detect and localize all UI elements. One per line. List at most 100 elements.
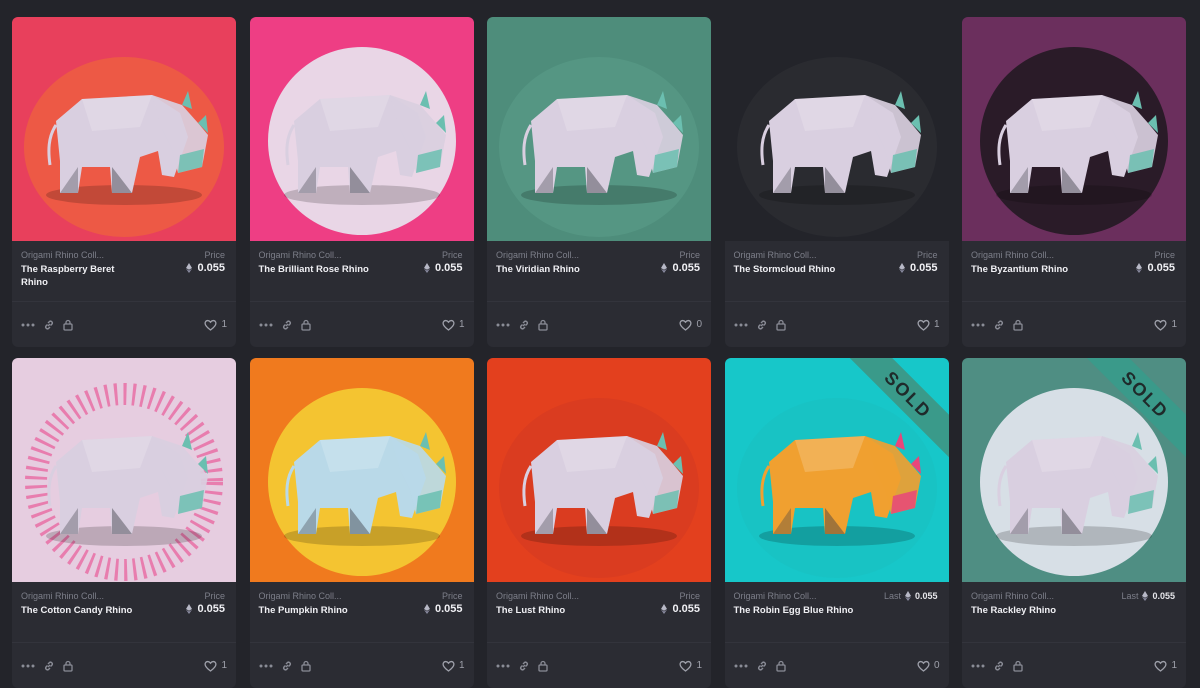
heart-icon xyxy=(917,319,930,331)
lock-icon[interactable] xyxy=(775,660,786,672)
collection-name[interactable]: Origami Rhino Coll... xyxy=(496,250,579,260)
nft-name[interactable]: The Byzantium Rhino xyxy=(971,263,1068,276)
more-icon[interactable] xyxy=(496,323,510,327)
like-button[interactable]: 0 xyxy=(679,319,702,331)
card-info: Origami Rhino Coll... The Raspberry Bere… xyxy=(12,241,236,301)
link-icon[interactable] xyxy=(756,660,768,672)
nft-name[interactable]: The Robin Egg Blue Rhino xyxy=(734,604,854,617)
lock-icon[interactable] xyxy=(538,319,548,331)
link-icon[interactable] xyxy=(43,319,55,331)
card-info: Origami Rhino Coll... The Lust Rhino Pri… xyxy=(487,582,711,642)
nft-artwork[interactable] xyxy=(249,358,474,582)
collection-name[interactable]: Origami Rhino Coll... xyxy=(259,591,342,601)
nft-card-7[interactable]: Origami Rhino Coll... The Pumpkin Rhino … xyxy=(249,358,474,688)
more-icon[interactable] xyxy=(971,323,985,327)
nft-artwork[interactable] xyxy=(487,17,711,241)
eth-icon xyxy=(186,604,193,614)
collection-name[interactable]: Origami Rhino Coll... xyxy=(734,250,817,260)
like-button[interactable]: 1 xyxy=(1154,319,1177,331)
more-icon[interactable] xyxy=(971,664,985,668)
link-icon[interactable] xyxy=(518,660,530,672)
lock-icon[interactable] xyxy=(1013,660,1023,672)
nft-card-10[interactable]: SOLD Origami Rhino Coll... The Rackley R… xyxy=(962,358,1186,688)
rhino-artwork xyxy=(249,358,474,582)
link-icon[interactable] xyxy=(518,319,530,331)
rhino-artwork xyxy=(12,358,236,582)
like-button[interactable]: 0 xyxy=(917,660,940,672)
nft-name[interactable]: The Viridian Rhino xyxy=(496,263,580,276)
more-icon[interactable] xyxy=(734,664,748,668)
like-button[interactable]: 1 xyxy=(679,660,702,672)
card-info: Origami Rhino Coll... The Brilliant Rose… xyxy=(250,241,474,301)
nft-card-4[interactable]: Origami Rhino Coll... The Stormcloud Rhi… xyxy=(724,17,949,347)
card-footer: 1 xyxy=(249,301,474,347)
lock-icon[interactable] xyxy=(775,319,786,331)
card-info: Origami Rhino Coll... The Byzantium Rhin… xyxy=(962,241,1186,301)
nft-artwork[interactable] xyxy=(249,17,474,241)
like-button[interactable]: 1 xyxy=(442,319,465,331)
nft-card-3[interactable]: Origami Rhino Coll... The Viridian Rhino… xyxy=(487,17,711,347)
lock-icon[interactable] xyxy=(300,660,311,672)
collection-name[interactable]: Origami Rhino Coll... xyxy=(971,591,1054,601)
more-icon[interactable] xyxy=(21,323,35,327)
link-icon[interactable] xyxy=(43,660,55,672)
lock-icon[interactable] xyxy=(538,660,548,672)
nft-artwork[interactable]: SOLD xyxy=(962,358,1186,582)
more-icon[interactable] xyxy=(259,323,273,327)
more-icon[interactable] xyxy=(734,323,748,327)
nft-card-8[interactable]: Origami Rhino Coll... The Lust Rhino Pri… xyxy=(487,358,711,688)
nft-card-2[interactable]: Origami Rhino Coll... The Brilliant Rose… xyxy=(249,17,474,347)
more-icon[interactable] xyxy=(21,664,35,668)
nft-name[interactable]: The Rackley Rhino xyxy=(971,604,1056,617)
collection-name[interactable]: Origami Rhino Coll... xyxy=(21,591,104,601)
link-icon[interactable] xyxy=(993,319,1005,331)
link-icon[interactable] xyxy=(281,319,293,331)
collection-name[interactable]: Origami Rhino Coll... xyxy=(21,250,104,260)
nft-artwork[interactable] xyxy=(962,17,1186,241)
collection-name[interactable]: Origami Rhino Coll... xyxy=(259,250,342,260)
nft-name[interactable]: The Stormcloud Rhino xyxy=(734,263,836,276)
lock-icon[interactable] xyxy=(63,319,73,331)
heart-icon xyxy=(204,660,217,672)
lock-icon[interactable] xyxy=(1013,319,1023,331)
nft-artwork[interactable] xyxy=(487,358,711,582)
card-footer: 0 xyxy=(724,642,949,688)
link-icon[interactable] xyxy=(281,660,293,672)
price-amount: 0.055 xyxy=(1147,262,1175,274)
price-amount: 0.055 xyxy=(909,262,938,274)
eth-icon xyxy=(898,263,905,273)
like-button[interactable]: 1 xyxy=(442,660,465,672)
lock-icon[interactable] xyxy=(300,319,311,331)
nft-name[interactable]: The Raspberry Beret Rhino xyxy=(21,263,141,289)
nft-name[interactable]: The Pumpkin Rhino xyxy=(259,604,348,617)
nft-name[interactable]: The Lust Rhino xyxy=(496,604,565,617)
nft-card-6[interactable]: Origami Rhino Coll... The Cotton Candy R… xyxy=(12,358,236,688)
like-button[interactable]: 1 xyxy=(1154,660,1177,672)
like-count: 1 xyxy=(221,319,227,330)
nft-artwork[interactable] xyxy=(12,358,236,582)
link-icon[interactable] xyxy=(993,660,1005,672)
like-count: 1 xyxy=(1171,319,1177,330)
nft-artwork[interactable] xyxy=(12,17,236,241)
nft-card-9[interactable]: SOLD Origami Rhino Coll... The Robin Egg… xyxy=(724,358,949,688)
collection-name[interactable]: Origami Rhino Coll... xyxy=(734,591,817,601)
like-button[interactable]: 1 xyxy=(204,319,227,331)
nft-artwork[interactable]: SOLD xyxy=(724,358,949,582)
more-icon[interactable] xyxy=(496,664,510,668)
card-footer: 1 xyxy=(962,301,1186,347)
collection-name[interactable]: Origami Rhino Coll... xyxy=(496,591,579,601)
more-icon[interactable] xyxy=(259,664,273,668)
heart-icon xyxy=(679,660,692,672)
lock-icon[interactable] xyxy=(63,660,73,672)
like-button[interactable]: 1 xyxy=(917,319,940,331)
nft-artwork[interactable] xyxy=(724,17,949,241)
nft-card-5[interactable]: Origami Rhino Coll... The Byzantium Rhin… xyxy=(962,17,1186,347)
card-info: Origami Rhino Coll... The Pumpkin Rhino … xyxy=(250,582,474,642)
nft-name[interactable]: The Brilliant Rose Rhino xyxy=(259,263,369,276)
link-icon[interactable] xyxy=(756,319,768,331)
nft-card-1[interactable]: Origami Rhino Coll... The Raspberry Bere… xyxy=(12,17,236,347)
nft-name[interactable]: The Cotton Candy Rhino xyxy=(21,604,132,617)
like-count: 0 xyxy=(933,660,940,671)
like-button[interactable]: 1 xyxy=(204,660,227,672)
collection-name[interactable]: Origami Rhino Coll... xyxy=(971,250,1054,260)
